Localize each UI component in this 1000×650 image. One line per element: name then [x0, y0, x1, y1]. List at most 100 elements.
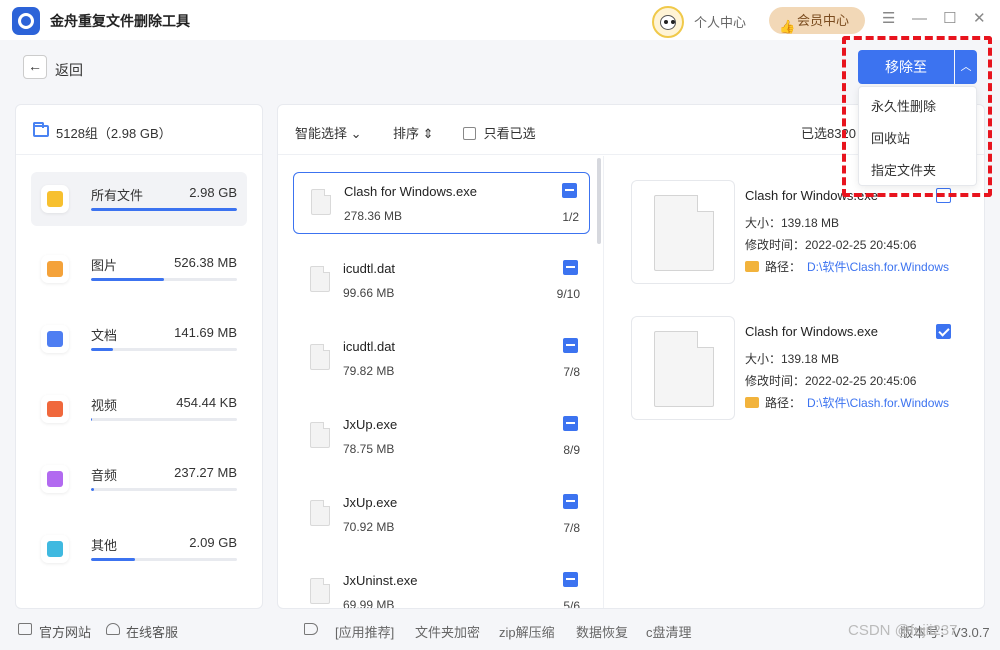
file-path-link[interactable]: D:\软件\Clash.for.Windows — [807, 396, 949, 410]
category-item[interactable]: 其他 2.09 GB — [31, 522, 247, 576]
category-item[interactable]: 文档 141.69 MB — [31, 312, 247, 366]
file-group-item[interactable]: icudtl.dat 99.66 MB 9/10 — [293, 250, 590, 312]
file-size: 大小：139.18 MB — [745, 352, 840, 366]
crown-icon — [745, 261, 759, 272]
maximize-icon[interactable]: ☐ — [943, 11, 956, 27]
vip-center-button[interactable]: 👍 会员中心 — [769, 7, 865, 34]
file-path-link[interactable]: D:\软件\Clash.for.Windows — [807, 260, 949, 274]
category-item[interactable]: 音频 237.27 MB — [31, 452, 247, 506]
file-count: 9/10 — [556, 287, 580, 301]
file-name: Clash for Windows.exe — [344, 184, 477, 199]
watermark: CSDN @fujii237 — [848, 622, 958, 639]
file-modified-time: 修改时间：2022-02-25 20:45:06 — [745, 374, 917, 388]
category-color-icon — [47, 401, 63, 417]
file-name: JxUp.exe — [343, 417, 398, 432]
category-size: 2.98 GB — [189, 185, 237, 200]
file-group-item[interactable]: Clash for Windows.exe 278.36 MB 1/2 — [293, 172, 590, 234]
file-group-item[interactable]: JxUp.exe 70.92 MB 7/8 — [293, 484, 590, 546]
path-label: 路径： — [765, 396, 802, 410]
file-icon — [310, 344, 330, 370]
file-count: 1/2 — [562, 210, 579, 224]
file-group-item[interactable]: icudtl.dat 79.82 MB 7/8 — [293, 328, 590, 390]
megaphone-icon — [304, 623, 318, 635]
data-recovery-link[interactable]: 数据恢复 — [576, 622, 628, 641]
group-partial-checkbox[interactable] — [563, 338, 578, 353]
category-progress — [91, 558, 237, 561]
list-scrollbar[interactable] — [597, 158, 601, 244]
official-site-link[interactable]: 官方网站 — [39, 622, 91, 641]
category-name: 所有文件 — [91, 188, 144, 203]
file-size: 99.66 MB — [343, 286, 395, 300]
file-group-item[interactable]: JxUp.exe 78.75 MB 8/9 — [293, 406, 590, 468]
category-name: 图片 — [91, 258, 118, 273]
back-arrow-icon[interactable]: ← — [23, 55, 47, 79]
app-logo-icon — [12, 7, 40, 35]
file-count: 7/8 — [563, 365, 580, 379]
folder-icon — [33, 122, 49, 137]
minimize-icon[interactable]: — — [912, 11, 927, 27]
smart-select-dropdown[interactable]: 智能选择 ⌄ — [295, 123, 362, 142]
file-checkbox[interactable] — [936, 324, 951, 339]
app-title: 金舟重复文件删除工具 — [50, 13, 190, 29]
personal-center-link[interactable]: 个人中心 — [694, 12, 746, 31]
category-panel: 5128组（2.98 GB） 所有文件 2.98 GB 图片 526.38 MB 文档 1… — [15, 104, 263, 609]
chevron-down-icon: ⌄ — [350, 126, 362, 141]
group-partial-checkbox[interactable] — [563, 260, 578, 275]
file-group-item[interactable]: JxUninst.exe 69.99 MB 5/6 — [293, 562, 590, 608]
category-icon — [41, 185, 69, 213]
file-thumbnail — [631, 316, 735, 420]
title-bar: 金舟重复文件删除工具 个人中心 👍 会员中心 ☰ — ☐ ✕ — [0, 0, 1000, 40]
file-icon — [310, 578, 330, 604]
category-color-icon — [47, 191, 63, 207]
category-name: 视频 — [91, 398, 118, 413]
category-item[interactable]: 所有文件 2.98 GB — [31, 172, 247, 226]
avatar[interactable] — [652, 6, 684, 38]
only-selected-checkbox[interactable] — [463, 127, 476, 140]
menu-icon[interactable]: ☰ — [882, 11, 895, 27]
category-progress — [91, 348, 237, 351]
group-partial-checkbox[interactable] — [562, 183, 577, 198]
close-icon[interactable]: ✕ — [973, 11, 986, 27]
file-thumbnail — [631, 180, 735, 284]
category-color-icon — [47, 331, 63, 347]
category-color-icon — [47, 541, 63, 557]
file-icon — [311, 189, 331, 215]
path-label: 路径： — [765, 260, 802, 274]
duplicate-file-card: Clash for Windows.exe 大小：139.18 MB 修改时间：20… — [631, 316, 961, 420]
category-name: 音频 — [91, 468, 118, 483]
category-progress — [91, 488, 237, 491]
file-size: 79.82 MB — [343, 364, 395, 378]
sort-icon: ⇕ — [422, 126, 434, 141]
only-selected-toggle[interactable]: 只看已选 — [463, 123, 536, 142]
zip-extract-link[interactable]: zip解压缩 — [499, 622, 555, 641]
category-size: 141.69 MB — [174, 325, 237, 340]
category-item[interactable]: 视频 454.44 KB — [31, 382, 247, 436]
group-partial-checkbox[interactable] — [563, 416, 578, 431]
file-size: 78.75 MB — [343, 442, 395, 456]
sort-dropdown[interactable]: 排序 ⇕ — [393, 123, 434, 142]
file-count: 7/8 — [563, 521, 580, 535]
category-item[interactable]: 图片 526.38 MB — [31, 242, 247, 296]
only-selected-label: 只看已选 — [483, 126, 536, 141]
file-icon — [654, 331, 714, 407]
file-name: JxUp.exe — [343, 495, 398, 510]
app-recommend-label: [应用推荐] — [335, 625, 395, 640]
category-icon — [41, 465, 69, 493]
category-icon — [41, 255, 69, 283]
duplicate-group-list: Clash for Windows.exe 278.36 MB 1/2 icudtl.… — [278, 156, 604, 608]
group-partial-checkbox[interactable] — [563, 572, 578, 587]
category-name: 文档 — [91, 328, 118, 343]
category-size: 526.38 MB — [174, 255, 237, 270]
category-icon — [41, 325, 69, 353]
headset-icon — [106, 623, 120, 635]
online-service-link[interactable]: 在线客服 — [126, 622, 178, 641]
folder-encrypt-link[interactable]: 文件夹加密 — [415, 622, 480, 641]
category-progress — [91, 208, 237, 211]
file-size: 70.92 MB — [343, 520, 395, 534]
group-partial-checkbox[interactable] — [563, 494, 578, 509]
c-drive-clean-link[interactable]: c盘清理 — [646, 622, 692, 641]
category-icon — [41, 395, 69, 423]
category-progress — [91, 278, 237, 281]
back-link[interactable]: 返回 — [55, 60, 83, 80]
file-size: 69.99 MB — [343, 598, 395, 608]
